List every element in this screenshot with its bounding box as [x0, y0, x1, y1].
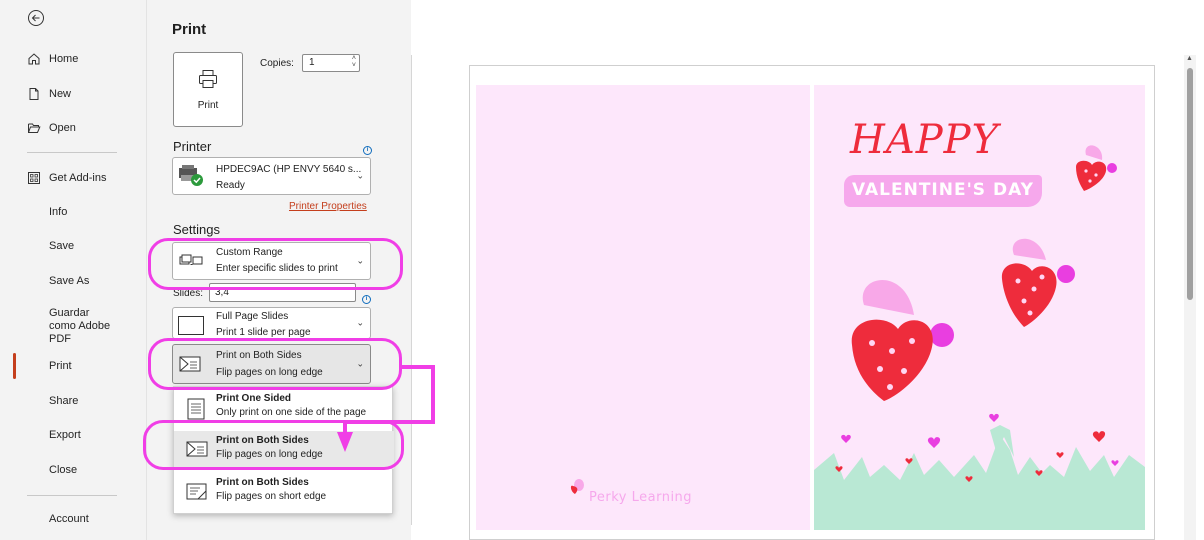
range-title: Custom Range [216, 247, 283, 258]
menu-item-title: Print on Both Sides [216, 477, 309, 488]
spin-down-icon[interactable]: ˅ [352, 62, 356, 69]
printer-icon [199, 70, 217, 88]
nav-close[interactable]: Close [0, 455, 147, 485]
home-icon [27, 52, 41, 66]
full-page-slide-icon [178, 316, 204, 335]
chevron-down-icon: ⌄ [356, 317, 364, 328]
copies-spinner[interactable]: ˄ ˅ [352, 55, 356, 69]
slides-value: 3,4 [215, 287, 229, 298]
print-button-label: Print [197, 100, 219, 111]
slides-label: Slides: [173, 288, 204, 299]
layout-select[interactable]: Full Page Slides Print 1 slide per page … [172, 307, 371, 339]
preview-scroll-thumb[interactable] [1187, 68, 1193, 300]
menu-item-desc: Flip pages on short edge [216, 491, 327, 502]
nav-save-as-adobe-pdf[interactable]: Guardar como Adobe PDF [0, 307, 147, 345]
both-sides-long-edge-icon [179, 356, 201, 372]
copies-value: 1 [309, 57, 315, 68]
nav-export[interactable]: Export [0, 420, 147, 450]
slides-info-icon[interactable]: i [362, 287, 371, 305]
page-title: Print [172, 21, 207, 38]
printer-select[interactable]: HPDEC9AC (HP ENVY 5640 s... Ready ⌄ [172, 157, 371, 195]
nav-divider [27, 495, 117, 496]
sides-desc: Flip pages on long edge [216, 367, 323, 378]
add-ins-icon [27, 171, 41, 185]
print-range-select[interactable]: Custom Range Enter specific slides to pr… [172, 242, 371, 280]
brand-label: Perky Learning [589, 490, 693, 505]
slides-input[interactable]: 3,4 [209, 283, 356, 302]
nav-new[interactable]: New [0, 79, 147, 109]
folder-open-icon [27, 121, 41, 135]
nav-share[interactable]: Share [0, 386, 147, 416]
one-sided-icon [187, 398, 205, 420]
menu-item-title: Print One Sided [216, 393, 292, 404]
nav-divider [27, 152, 117, 153]
nav-save-as[interactable]: Save As [0, 266, 147, 296]
printer-status: Ready [216, 180, 245, 191]
printer-info-icon[interactable]: i [363, 138, 372, 156]
preview-slide-left: Perky Learning [476, 85, 810, 530]
new-document-icon [27, 87, 41, 101]
preview-slide-right: HAPPY VALENTINE'S DAY [814, 85, 1145, 530]
chevron-down-icon: ⌄ [356, 255, 364, 266]
menu-item-desc: Flip pages on long edge [216, 449, 323, 460]
print-button[interactable]: Print [173, 52, 243, 127]
hearts-illustration [814, 145, 1145, 530]
annotation-arrow [337, 365, 435, 452]
both-sides-long-edge-icon [186, 441, 208, 457]
nav-account[interactable]: Account [0, 504, 147, 534]
menu-item-title: Print on Both Sides [216, 435, 309, 446]
settings-heading: Settings [173, 222, 220, 237]
nav-home[interactable]: Home [0, 44, 147, 74]
scroll-up-icon[interactable]: ▲ [1186, 55, 1193, 62]
printer-ready-icon [179, 165, 203, 186]
nav-print[interactable]: Print [0, 351, 147, 381]
sides-title: Print on Both Sides [216, 350, 302, 361]
back-button[interactable] [27, 9, 45, 27]
ladybug-icon [570, 479, 584, 494]
printer-name: HPDEC9AC (HP ENVY 5640 s... [216, 164, 362, 175]
nav-get-add-ins[interactable]: Get Add-ins [0, 163, 147, 193]
backstage-nav: Home New Open Get Add-ins Info Save Save… [0, 0, 147, 540]
printer-properties-link[interactable]: Printer Properties [289, 201, 367, 212]
copies-input[interactable]: 1 ˄ ˅ [302, 54, 360, 72]
printer-heading: Printer [173, 139, 212, 154]
custom-range-icon [179, 254, 203, 265]
back-arrow-icon [28, 10, 44, 26]
copies-label: Copies: [260, 58, 294, 69]
chevron-down-icon: ⌄ [356, 170, 364, 181]
both-sides-short-edge-icon [186, 483, 207, 500]
nav-save[interactable]: Save [0, 231, 147, 261]
nav-open[interactable]: Open [0, 113, 147, 143]
spin-up-icon[interactable]: ˄ [352, 55, 356, 62]
nav-info[interactable]: Info [0, 197, 147, 227]
layout-title: Full Page Slides [216, 311, 289, 322]
layout-desc: Print 1 slide per page [216, 327, 311, 338]
menu-item-both-sides-short-edge[interactable]: Print on Both Sides Flip pages on short … [174, 473, 394, 511]
range-desc: Enter specific slides to print [216, 263, 338, 274]
